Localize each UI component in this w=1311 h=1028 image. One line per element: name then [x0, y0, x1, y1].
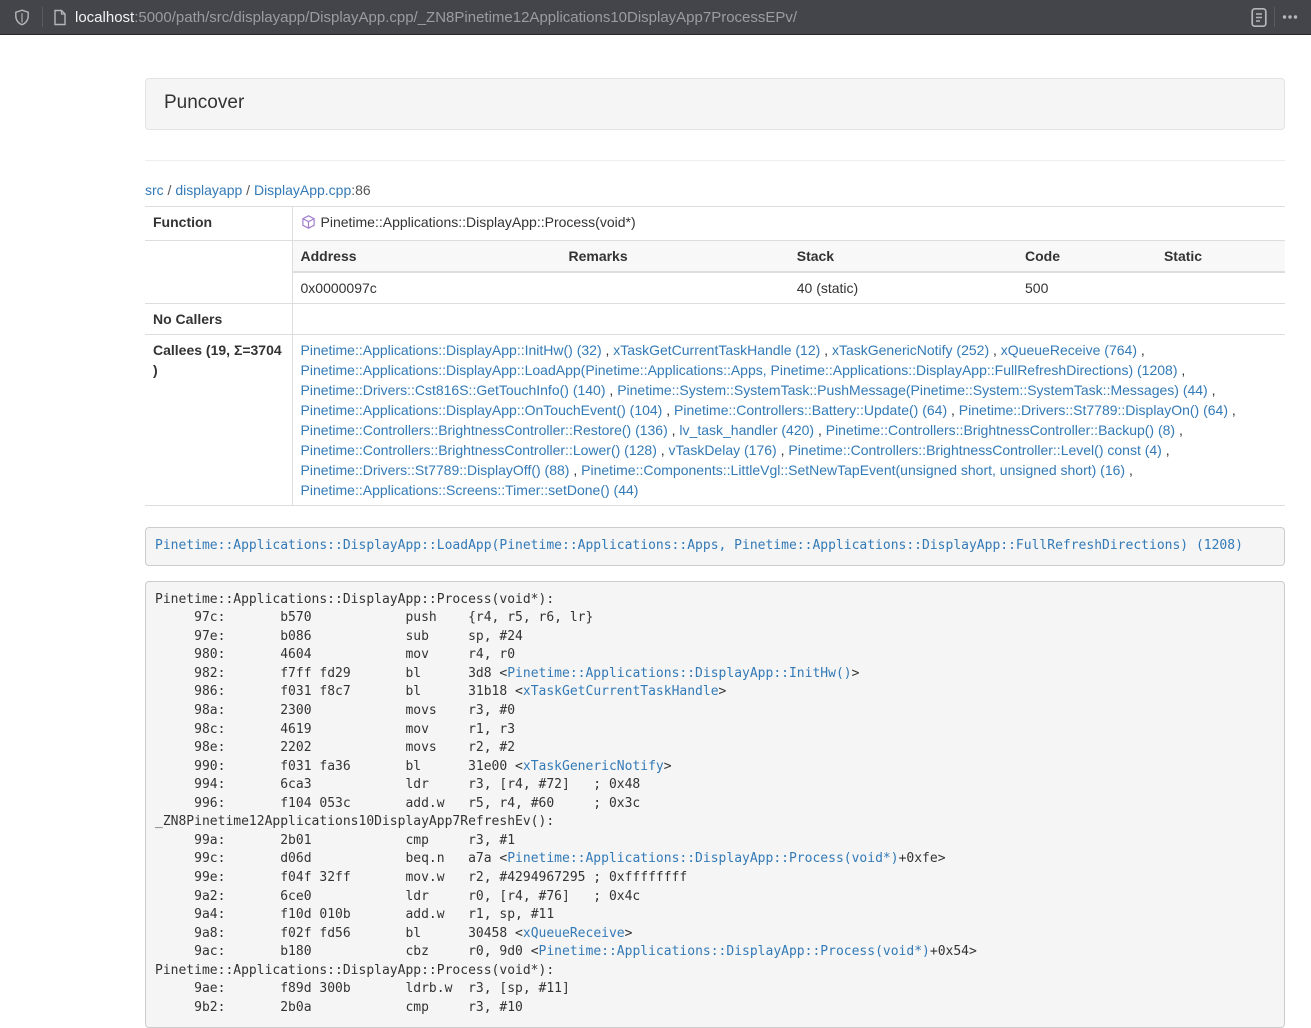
url-path: :5000/path/src/displayapp/DisplayApp.cpp…	[134, 9, 797, 26]
function-name: Pinetime::Applications::DisplayApp::Proc…	[321, 214, 636, 230]
callee-separator: ,	[662, 402, 674, 418]
callers-label: No Callers	[145, 304, 292, 335]
meatball-menu-icon	[1281, 8, 1299, 26]
url-host: localhost	[75, 9, 134, 26]
breadcrumb-link[interactable]: src	[145, 182, 164, 198]
reader-view-icon	[1250, 7, 1268, 28]
disassembly-symbol-link[interactable]: Pinetime::Applications::DisplayApp::Proc…	[539, 944, 930, 959]
callee-link[interactable]: Pinetime::Controllers::BrightnessControl…	[301, 422, 668, 438]
page-title: Puncover	[164, 92, 244, 113]
callee-separator: ,	[814, 422, 826, 438]
callee-separator: ,	[657, 442, 669, 458]
callee-separator: ,	[1175, 422, 1183, 438]
callees-list: Pinetime::Applications::DisplayApp::Init…	[301, 340, 1278, 500]
breadcrumb-link[interactable]: displayapp	[175, 182, 242, 198]
callee-link[interactable]: Pinetime::Applications::DisplayApp::Init…	[301, 342, 602, 358]
callee-separator: ,	[777, 442, 789, 458]
disassembly-code: Pinetime::Applications::DisplayApp::Proc…	[145, 581, 1285, 1028]
callee-separator: ,	[1162, 442, 1170, 458]
symbol-table: Function Pinetime::Applications::Display…	[145, 206, 1285, 506]
horizontal-divider	[145, 160, 1285, 161]
callers-row: No Callers	[145, 304, 1285, 335]
callee-separator: ,	[1208, 382, 1216, 398]
page-content: Puncover src / displayapp / DisplayApp.c…	[145, 36, 1285, 1028]
callers-list	[292, 304, 1285, 335]
app-header-panel: Puncover	[145, 78, 1285, 130]
disassembly-symbol-link[interactable]: xQueueReceive	[523, 926, 625, 941]
stack-value: 40 (static)	[789, 272, 1017, 303]
disassembly-symbol-link[interactable]: Pinetime::Applications::DisplayApp::Proc…	[507, 851, 898, 866]
callee-link[interactable]: Pinetime::Applications::Screens::Timer::…	[301, 482, 639, 498]
callee-link[interactable]: xTaskGetCurrentTaskHandle (12)	[613, 342, 820, 358]
stats-row: Address Remarks Stack Code Static 0x0000…	[145, 241, 1285, 304]
callees-row: Callees (19, Σ=3704 ) Pinetime::Applicat…	[145, 335, 1285, 506]
callee-separator: ,	[668, 422, 680, 438]
callee-link[interactable]: xTaskGenericNotify (252)	[832, 342, 989, 358]
disassembly-symbol-link[interactable]: xTaskGetCurrentTaskHandle	[523, 684, 719, 699]
callees-label: Callees (19, Σ=3704 )	[145, 335, 292, 506]
column-header-static: Static	[1156, 241, 1285, 272]
callee-link[interactable]: xQueueReceive (764)	[1001, 342, 1137, 358]
url-bar[interactable]: localhost:5000/path/src/displayapp/Displ…	[75, 9, 1244, 26]
callee-separator: ,	[1228, 402, 1236, 418]
stats-row-label	[145, 241, 292, 304]
function-row: Function Pinetime::Applications::Display…	[145, 207, 1285, 241]
disassembly-symbol-link[interactable]: xTaskGenericNotify	[523, 759, 664, 774]
symbol-type-icon	[301, 214, 316, 235]
breadcrumb: src / displayapp / DisplayApp.cpp:86	[145, 182, 1285, 198]
callee-link[interactable]: Pinetime::System::SystemTask::PushMessag…	[617, 382, 1208, 398]
site-identity-button[interactable]	[0, 9, 42, 26]
callee-link[interactable]: Pinetime::Drivers::St7789::DisplayOn() (…	[959, 402, 1228, 418]
callee-link[interactable]: Pinetime::Drivers::Cst816S::GetTouchInfo…	[301, 382, 606, 398]
static-value	[1156, 272, 1285, 303]
callee-link[interactable]: Pinetime::Controllers::Battery::Update()…	[674, 402, 947, 418]
reader-view-button[interactable]	[1244, 3, 1274, 31]
callee-link[interactable]: Pinetime::Components::LittleVgl::SetNewT…	[581, 462, 1125, 478]
callee-separator: ,	[947, 402, 959, 418]
callee-link[interactable]: Pinetime::Controllers::BrightnessControl…	[301, 442, 657, 458]
stats-header-row: Address Remarks Stack Code Static	[293, 241, 1286, 272]
callee-link[interactable]: vTaskDelay (176)	[669, 442, 777, 458]
callee-separator: ,	[989, 342, 1001, 358]
address-value: 0x0000097c	[293, 272, 561, 303]
column-header-code: Code	[1017, 241, 1156, 272]
column-header-remarks: Remarks	[560, 241, 788, 272]
callee-separator: ,	[569, 462, 581, 478]
highlighted-callee-link[interactable]: Pinetime::Applications::DisplayApp::Load…	[155, 538, 1243, 553]
breadcrumb-link[interactable]: DisplayApp.cpp	[254, 182, 351, 198]
callee-separator: ,	[606, 382, 618, 398]
callee-separator: ,	[602, 342, 614, 358]
browser-toolbar: localhost:5000/path/src/displayapp/Displ…	[0, 0, 1311, 35]
callee-link[interactable]: Pinetime::Applications::DisplayApp::Load…	[301, 362, 1178, 378]
remarks-value	[560, 272, 788, 303]
stats-table: Address Remarks Stack Code Static 0x0000…	[293, 241, 1286, 303]
callee-separator: ,	[1137, 342, 1145, 358]
stats-value-row: 0x0000097c 40 (static) 500	[293, 272, 1286, 303]
column-header-address: Address	[293, 241, 561, 272]
function-row-label: Function	[145, 207, 292, 241]
callee-link[interactable]: Pinetime::Applications::DisplayApp::OnTo…	[301, 402, 663, 418]
callee-separator: ,	[1177, 362, 1185, 378]
menu-button[interactable]	[1275, 3, 1305, 31]
callee-link[interactable]: Pinetime::Controllers::BrightnessControl…	[788, 442, 1161, 458]
callee-separator: ,	[820, 342, 832, 358]
highlighted-callee-panel: Pinetime::Applications::DisplayApp::Load…	[145, 527, 1285, 566]
breadcrumb-separator: /	[164, 182, 176, 198]
callee-link[interactable]: lv_task_handler (420)	[679, 422, 814, 438]
page-icon	[53, 9, 67, 26]
code-size-value: 500	[1017, 272, 1156, 303]
breadcrumb-line-number: :86	[351, 182, 370, 198]
callee-link[interactable]: Pinetime::Controllers::BrightnessControl…	[826, 422, 1175, 438]
toolbar-divider	[42, 7, 43, 27]
callee-link[interactable]: Pinetime::Drivers::St7789::DisplayOff() …	[301, 462, 570, 478]
breadcrumb-separator: /	[242, 182, 254, 198]
shield-icon	[14, 9, 30, 26]
disassembly-symbol-link[interactable]: Pinetime::Applications::DisplayApp::Init…	[507, 666, 851, 681]
column-header-stack: Stack	[789, 241, 1017, 272]
callee-separator: ,	[1125, 462, 1133, 478]
